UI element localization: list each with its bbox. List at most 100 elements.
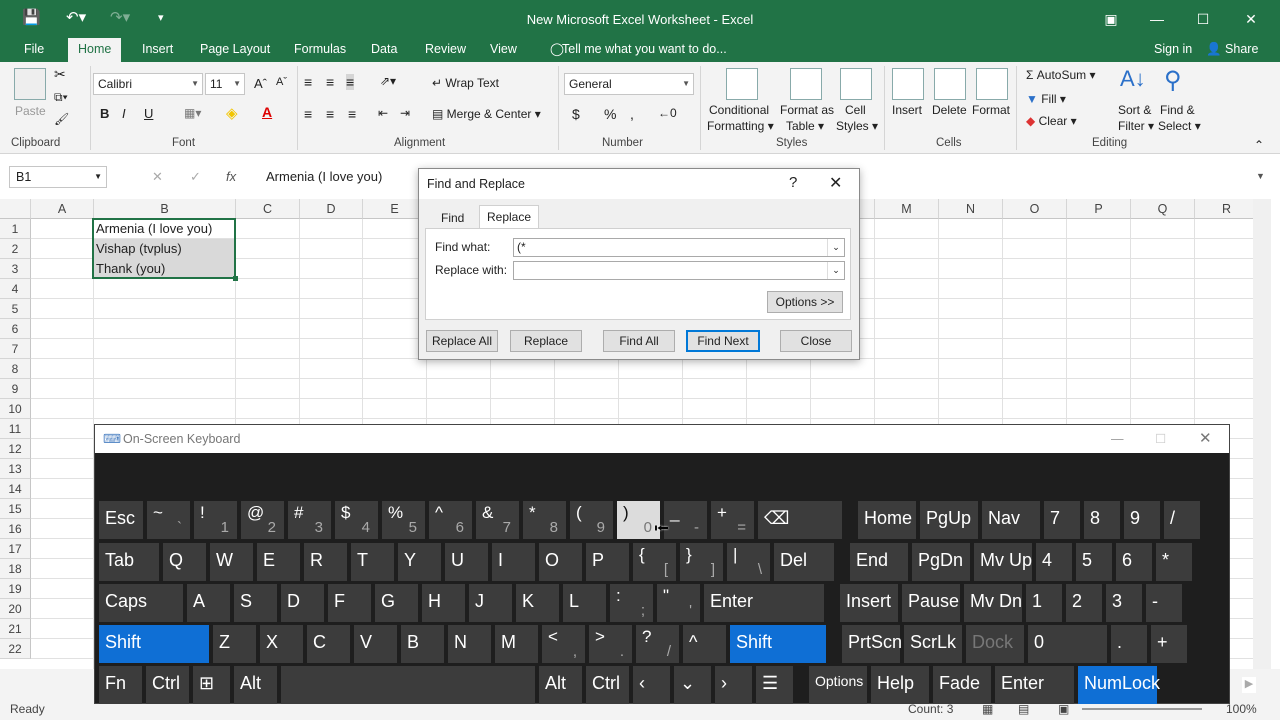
expand-formula-bar-icon[interactable]: ▼ [1256, 171, 1265, 181]
fill-button[interactable]: ▼ Fill ▾ [1026, 92, 1066, 106]
tab-replace[interactable]: Replace [479, 205, 539, 229]
key-numlock[interactable]: NumLock [1078, 666, 1160, 704]
key--61-c43[interactable]: + = [711, 501, 754, 539]
clear-button[interactable]: ◆ Clear ▾ [1026, 114, 1077, 128]
key-options[interactable]: Options [809, 666, 867, 704]
row-header-8[interactable]: 8 [0, 359, 31, 379]
key--50-c64[interactable]: @2 [241, 501, 284, 539]
osk-minimize-button[interactable]: — [1111, 425, 1124, 453]
key-y[interactable]: Y [398, 543, 441, 581]
key-2[interactable]: 2 [1066, 584, 1102, 622]
row-header-11[interactable]: 11 [0, 419, 31, 439]
find-select-label[interactable]: Find & [1160, 103, 1195, 117]
key-o[interactable]: O [539, 543, 582, 581]
tab-data[interactable]: Data [361, 38, 407, 62]
key--51-c35[interactable]: #3 [288, 501, 331, 539]
key--c8862[interactable]: ⊞ [193, 666, 230, 704]
key-ctrl[interactable]: Ctrl [586, 666, 629, 704]
comma-button[interactable]: , [630, 106, 634, 122]
help-button[interactable]: ? [789, 174, 797, 191]
key-j[interactable]: J [469, 584, 512, 622]
underline-button[interactable]: U [144, 106, 153, 121]
row-header-7[interactable]: 7 [0, 339, 31, 359]
magnifier-icon[interactable]: ⚲ [1164, 66, 1182, 95]
vertical-scrollbar[interactable] [1253, 199, 1271, 669]
row-header-10[interactable]: 10 [0, 399, 31, 419]
sort-label[interactable]: Sort & [1118, 103, 1151, 117]
cell-styles-icon[interactable] [840, 68, 872, 100]
row-header-6[interactable]: 6 [0, 319, 31, 339]
column-header-b[interactable]: B [94, 199, 236, 219]
key-mvdn-c77[interactable]: Mv Dn [964, 584, 1022, 622]
osk-close-button[interactable]: ✕ [1199, 425, 1212, 453]
column-header-q[interactable]: Q [1131, 199, 1195, 219]
chevron-down-icon[interactable]: ⌄ [827, 239, 844, 256]
column-header-o[interactable]: O [1003, 199, 1067, 219]
key--91-c123[interactable]: {[ [633, 543, 676, 581]
key-r[interactable]: R [304, 543, 347, 581]
decrease-indent-icon[interactable]: ⇤ [378, 106, 388, 120]
format-cells-icon[interactable] [976, 68, 1008, 100]
key-tab[interactable]: Tab [99, 543, 159, 581]
key--c9003[interactable]: ⌫ [758, 501, 842, 539]
name-box[interactable]: B1 ▼ [9, 166, 107, 188]
column-header-r[interactable]: R [1195, 199, 1253, 219]
select-label[interactable]: Select ▾ [1158, 119, 1201, 133]
key--53-c37[interactable]: % 5 [382, 501, 425, 539]
row-header-2[interactable]: 2 [0, 239, 31, 259]
key-e[interactable]: E [257, 543, 300, 581]
key-w[interactable]: W [210, 543, 253, 581]
zoom-level[interactable]: 100% [1226, 698, 1257, 720]
key-fn[interactable]: Fn [99, 666, 142, 704]
key-4[interactable]: 4 [1036, 543, 1072, 581]
key--c9776[interactable]: ☰ [756, 666, 793, 704]
align-top-icon[interactable]: ≡ [304, 74, 312, 90]
key-7[interactable]: 7 [1044, 501, 1080, 539]
key-alt[interactable]: Alt [234, 666, 277, 704]
tab-page-layout[interactable]: Page Layout [190, 38, 280, 62]
key--59-c58[interactable]: :; [610, 584, 653, 622]
tab-find[interactable]: Find [441, 211, 464, 225]
key--93-c125[interactable]: }] [680, 543, 723, 581]
find-next-button[interactable]: Find Next [686, 330, 760, 352]
row-header-17[interactable]: 17 [0, 539, 31, 559]
increase-decimal-icon[interactable]: ←0 [658, 106, 677, 120]
tab-insert[interactable]: Insert [132, 38, 183, 62]
key-0[interactable]: 0 [1028, 625, 1107, 663]
key-insert[interactable]: Insert [840, 584, 898, 622]
insert-cells-label[interactable]: Insert [892, 103, 922, 117]
key-alt[interactable]: Alt [539, 666, 582, 704]
column-header-c[interactable]: C [236, 199, 300, 219]
osk-maximize-button[interactable]: ☐ [1155, 425, 1166, 453]
key-enter[interactable]: Enter [704, 584, 824, 622]
key-c[interactable]: C [307, 625, 350, 663]
column-header-p[interactable]: P [1067, 199, 1131, 219]
key--47-c63[interactable]: ? / [636, 625, 679, 663]
key-n[interactable]: N [448, 625, 491, 663]
key--c46[interactable]: . [1111, 625, 1147, 663]
share-button[interactable]: 👤 Share [1196, 38, 1268, 62]
cut-icon[interactable]: ✂ [54, 66, 66, 83]
row-header-14[interactable]: 14 [0, 479, 31, 499]
delete-cells-icon[interactable] [934, 68, 966, 100]
key-end[interactable]: End [850, 543, 908, 581]
cancel-entry-icon[interactable]: ✕ [152, 169, 163, 185]
conditional-formatting-label[interactable]: Conditional [709, 103, 769, 117]
tab-home[interactable]: Home [68, 38, 122, 62]
replace-button[interactable]: Replace [510, 330, 582, 352]
number-format-combo[interactable]: General ▼ [564, 73, 694, 95]
key-pause[interactable]: Pause [902, 584, 960, 622]
insert-cells-icon[interactable] [892, 68, 924, 100]
select-all-corner[interactable] [0, 199, 31, 219]
key-help[interactable]: Help [871, 666, 929, 704]
wrap-text-button[interactable]: ↵ Wrap Text [432, 76, 499, 90]
format-painter-icon[interactable]: 🖌 [54, 112, 69, 126]
osk-scroll-arrow-icon[interactable]: ▶ [1242, 677, 1256, 693]
conditional-formatting-sublabel[interactable]: Formatting ▾ [707, 119, 774, 133]
row-header-19[interactable]: 19 [0, 579, 31, 599]
format-cells-label[interactable]: Format [972, 103, 1010, 117]
key-1[interactable]: 1 [1026, 584, 1062, 622]
cell-b1[interactable]: Armenia (I love you) [93, 219, 212, 239]
format-as-table-icon[interactable] [790, 68, 822, 100]
key--c94[interactable]: ^ [683, 625, 726, 663]
